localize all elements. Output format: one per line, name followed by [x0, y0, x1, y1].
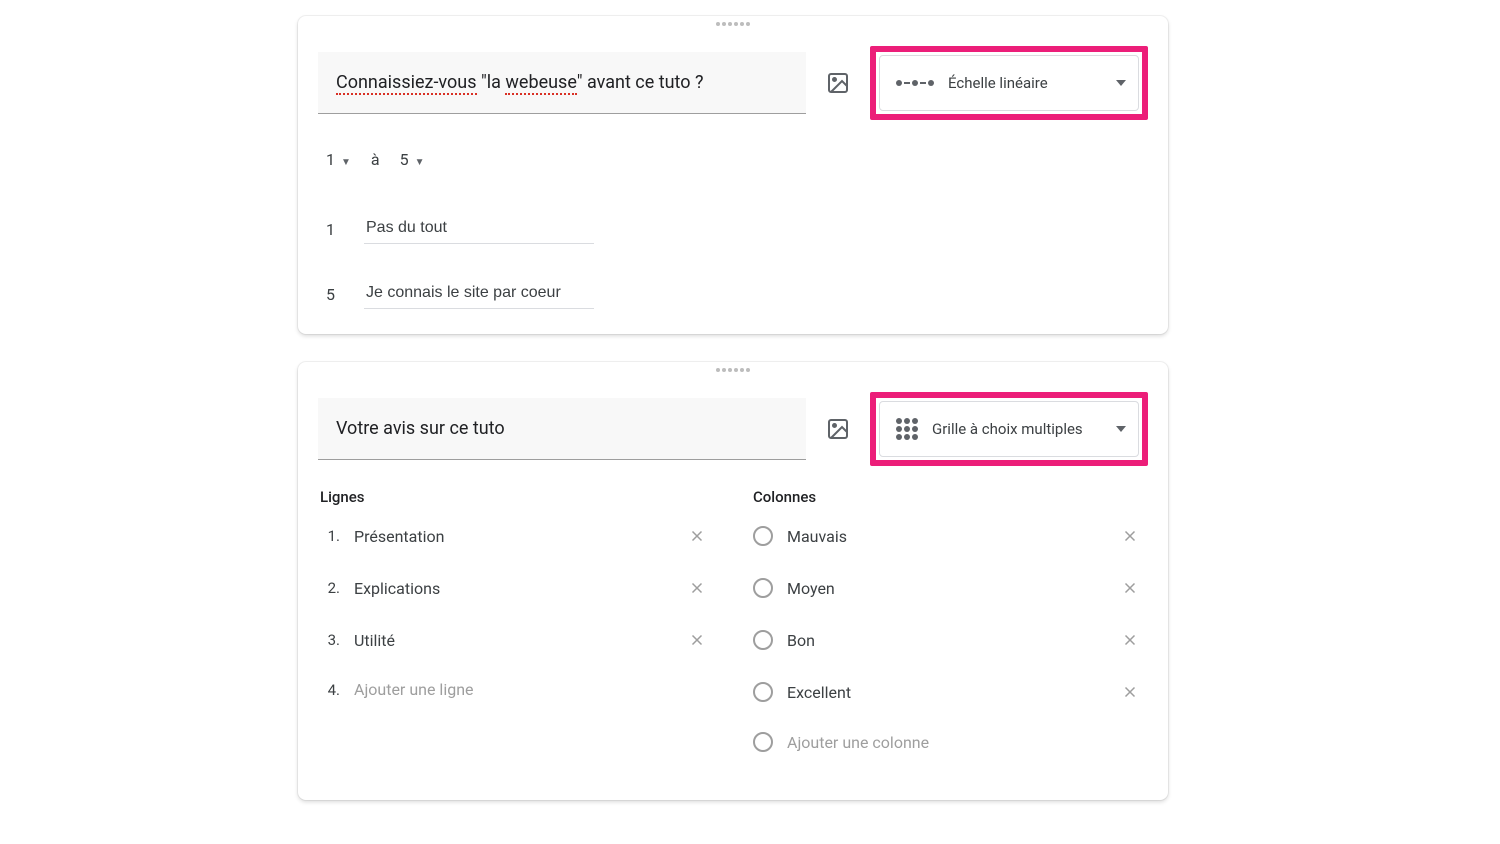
- grid-icon: [896, 418, 918, 440]
- cols-header: Colonnes: [753, 488, 1146, 506]
- question-type-label: Échelle linéaire: [948, 74, 1048, 92]
- linear-scale-icon: [896, 80, 934, 86]
- row-item: 2. Explications: [320, 562, 713, 614]
- question-title-input[interactable]: Connaissiez-vous "la webeuse" avant ce t…: [318, 52, 806, 114]
- remove-column-button[interactable]: [1118, 680, 1142, 704]
- row-item: 3. Utilité: [320, 614, 713, 666]
- column-label[interactable]: Mauvais: [787, 527, 1104, 546]
- row-label[interactable]: Présentation: [354, 527, 671, 546]
- question-card-linear-scale: Connaissiez-vous "la webeuse" avant ce t…: [298, 16, 1168, 334]
- high-end-label-input[interactable]: [364, 280, 594, 309]
- column-label[interactable]: Moyen: [787, 579, 1104, 598]
- column-item: Mauvais: [753, 510, 1146, 562]
- column-item: Excellent: [753, 666, 1146, 718]
- close-icon: [1121, 579, 1139, 597]
- drag-handle-icon[interactable]: [716, 368, 750, 372]
- row-label[interactable]: Utilité: [354, 631, 671, 650]
- low-end-label-input[interactable]: [364, 215, 594, 244]
- rows-column: 1. Présentation 2. Explications 3. Utili…: [320, 510, 713, 766]
- radio-icon: [753, 630, 773, 650]
- columns-column: Mauvais Moyen Bon Excellent Ajouter une: [753, 510, 1146, 766]
- image-icon: [826, 417, 850, 441]
- remove-column-button[interactable]: [1118, 628, 1142, 652]
- radio-icon: [753, 526, 773, 546]
- radio-icon: [753, 578, 773, 598]
- add-image-button[interactable]: [820, 411, 856, 447]
- range-to-select[interactable]: 5▼: [400, 150, 425, 169]
- column-item: Moyen: [753, 562, 1146, 614]
- close-icon: [688, 527, 706, 545]
- add-image-button[interactable]: [820, 65, 856, 101]
- highlight-annotation: Échelle linéaire: [870, 46, 1148, 120]
- add-column-label: Ajouter une colonne: [787, 733, 1142, 752]
- question-title-input[interactable]: Votre avis sur ce tuto: [318, 398, 806, 460]
- close-icon: [1121, 631, 1139, 649]
- row-label[interactable]: Explications: [354, 579, 671, 598]
- column-label[interactable]: Excellent: [787, 683, 1104, 702]
- close-icon: [1121, 527, 1139, 545]
- highlight-annotation: Grille à choix multiples: [870, 392, 1148, 466]
- remove-column-button[interactable]: [1118, 524, 1142, 548]
- radio-icon: [753, 732, 773, 752]
- question-type-dropdown[interactable]: Grille à choix multiples: [879, 401, 1139, 457]
- range-from-select[interactable]: 1▼: [326, 150, 351, 169]
- add-column[interactable]: Ajouter une colonne: [753, 718, 1146, 766]
- range-separator: à: [371, 150, 380, 169]
- rows-header: Lignes: [320, 488, 713, 506]
- close-icon: [1121, 683, 1139, 701]
- question-type-dropdown[interactable]: Échelle linéaire: [879, 55, 1139, 111]
- question-card-multiple-choice-grid: Votre avis sur ce tuto Grille à choix mu…: [298, 362, 1168, 800]
- add-row-label: Ajouter une ligne: [354, 680, 709, 699]
- drag-handle-icon[interactable]: [716, 22, 750, 26]
- radio-icon: [753, 682, 773, 702]
- high-end-number: 5: [326, 285, 344, 304]
- column-item: Bon: [753, 614, 1146, 666]
- close-icon: [688, 579, 706, 597]
- remove-row-button[interactable]: [685, 628, 709, 652]
- chevron-down-icon: [1116, 426, 1126, 432]
- question-type-label: Grille à choix multiples: [932, 420, 1083, 438]
- remove-row-button[interactable]: [685, 524, 709, 548]
- low-end-number: 1: [326, 220, 344, 239]
- close-icon: [688, 631, 706, 649]
- remove-row-button[interactable]: [685, 576, 709, 600]
- row-item: 1. Présentation: [320, 510, 713, 562]
- image-icon: [826, 71, 850, 95]
- column-label[interactable]: Bon: [787, 631, 1104, 650]
- add-row[interactable]: 4. Ajouter une ligne: [320, 666, 713, 713]
- remove-column-button[interactable]: [1118, 576, 1142, 600]
- chevron-down-icon: [1116, 80, 1126, 86]
